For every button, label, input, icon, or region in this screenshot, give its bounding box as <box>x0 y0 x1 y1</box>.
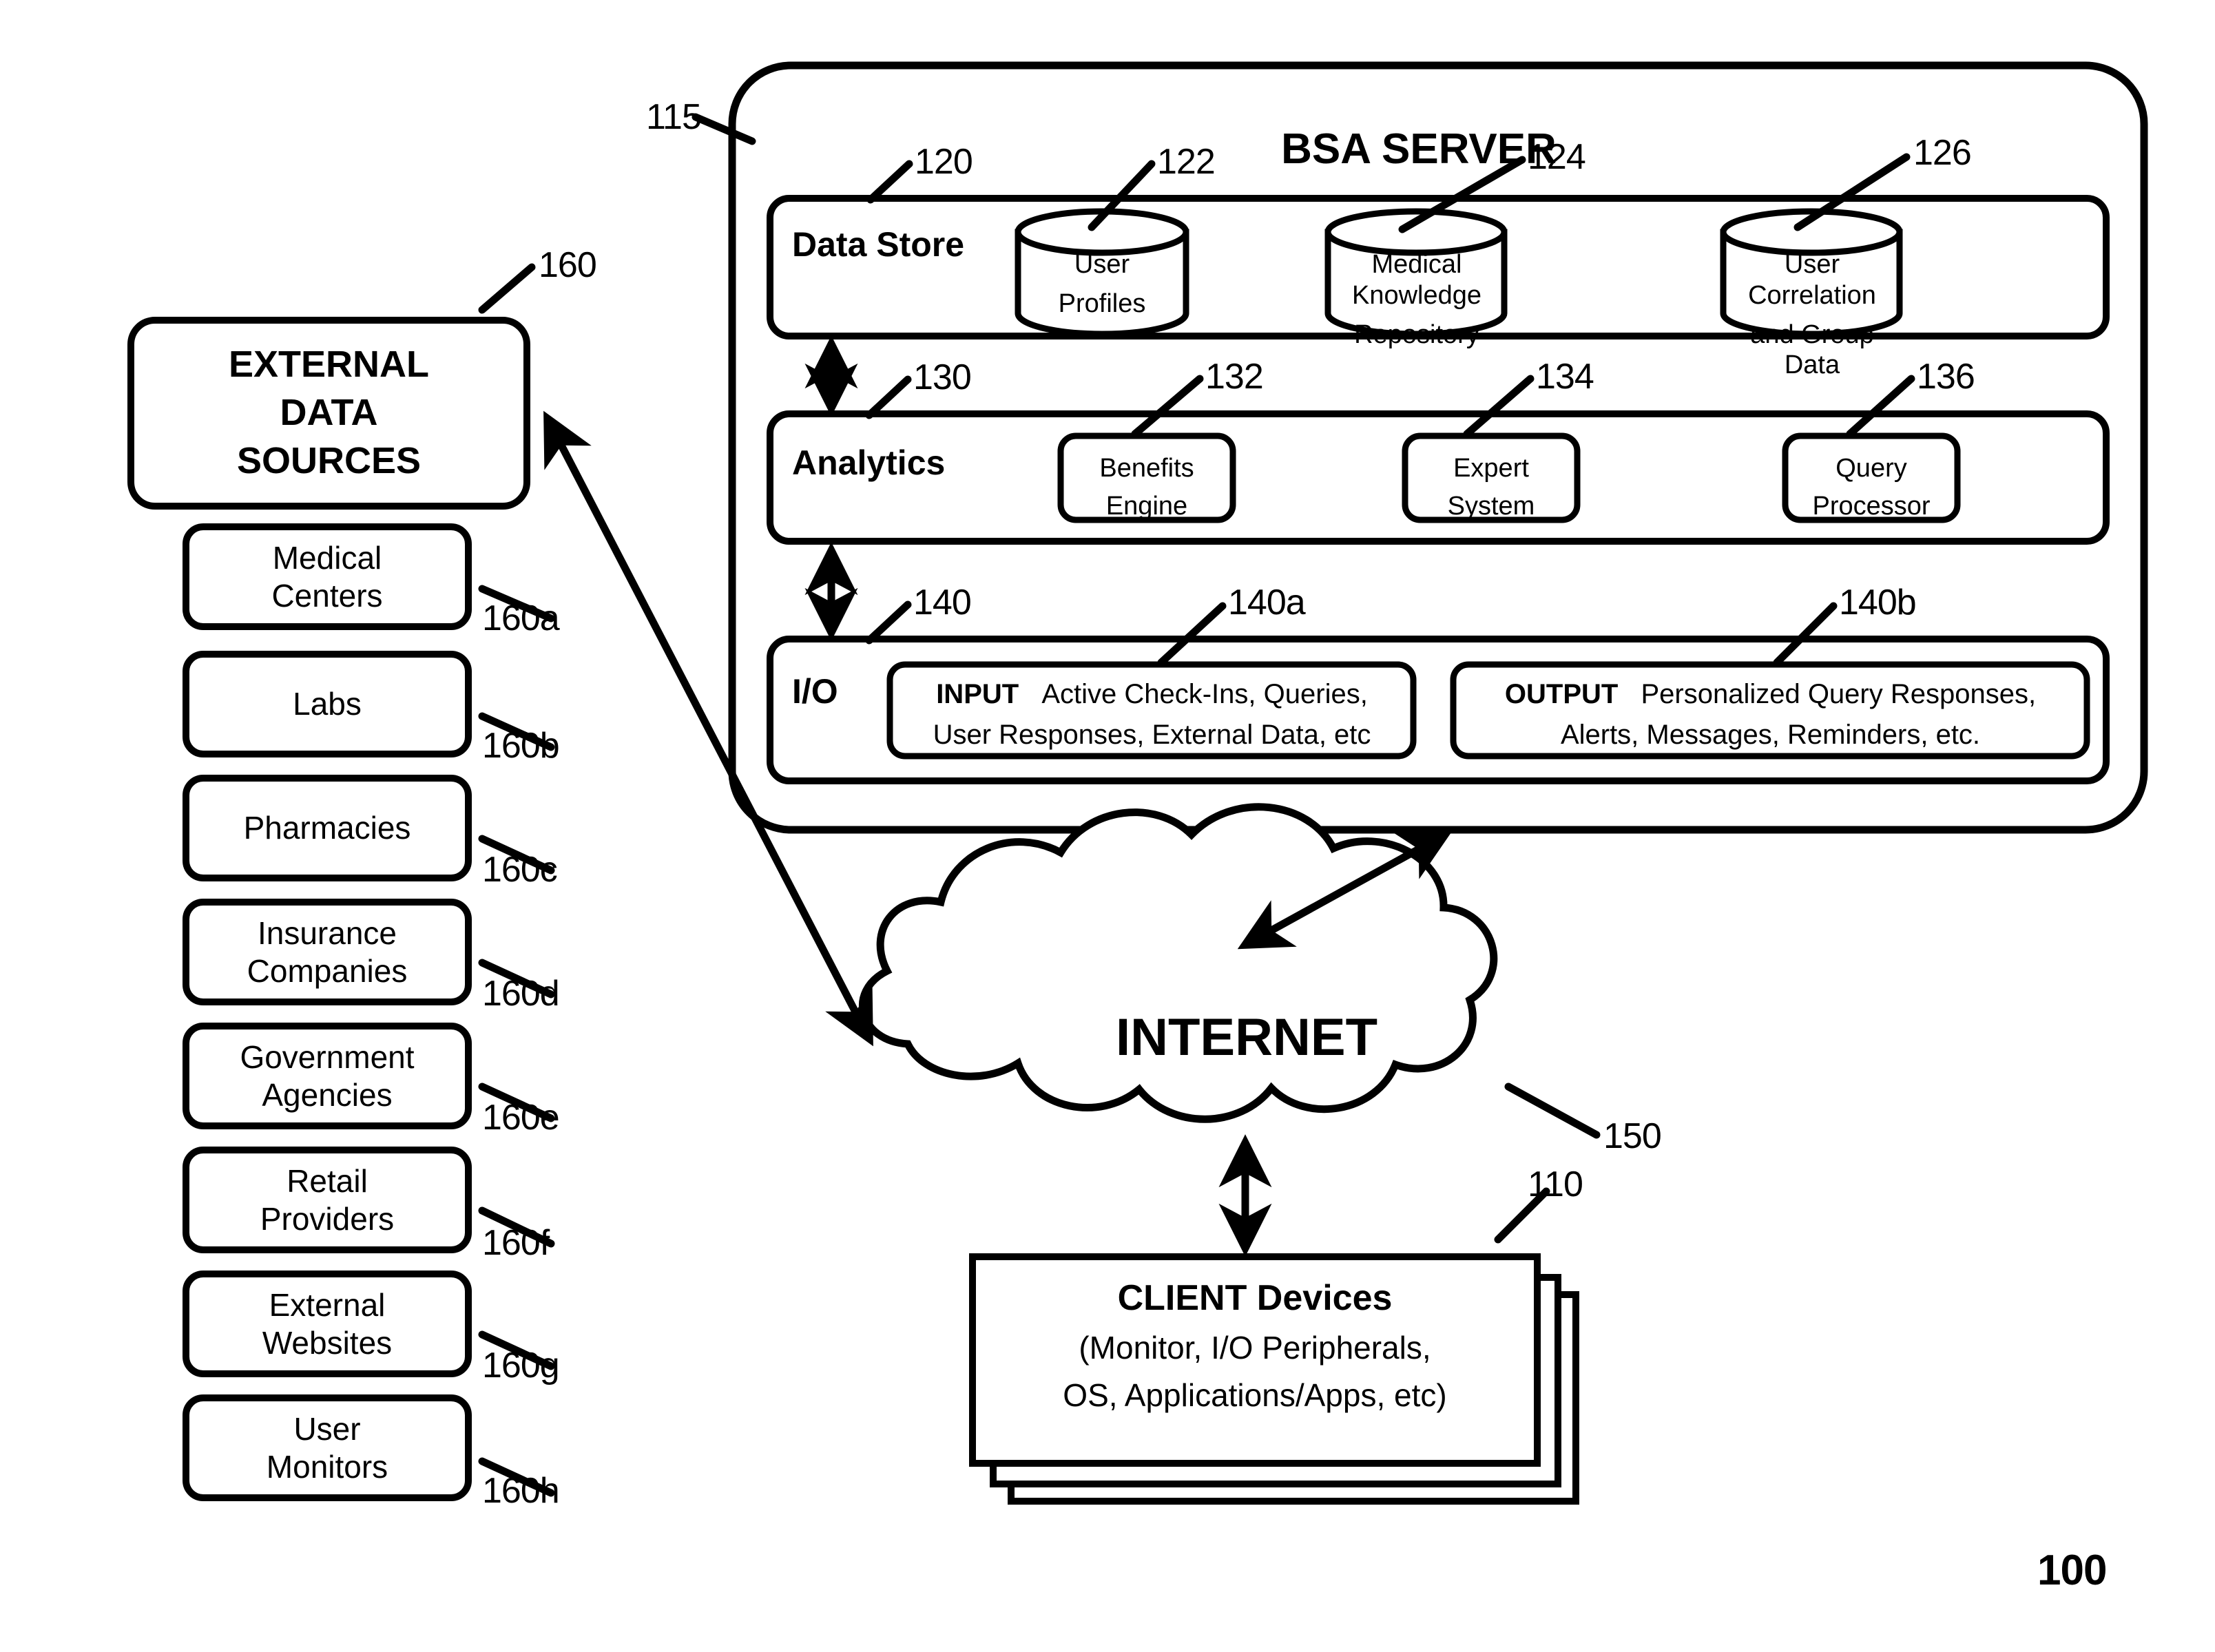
source-line: Labs <box>293 686 362 722</box>
client-devices-title: CLIENT Devices <box>1117 1278 1393 1318</box>
io-input-tag: INPUT <box>936 679 1019 709</box>
ref-140: 140 <box>913 583 972 623</box>
module-line: Engine <box>1105 491 1188 521</box>
client-devices-line2: (Monitor, I/O Peripherals, <box>1079 1330 1431 1366</box>
ref-150: 150 <box>1603 1116 1662 1156</box>
io-output-line2: Alerts, Messages, Reminders, etc. <box>1560 720 1981 751</box>
ref-122: 122 <box>1157 142 1216 182</box>
external-data-sources-header: EXTERNAL DATA SOURCES <box>127 317 530 510</box>
eds-title-line: EXTERNAL <box>228 344 429 386</box>
source-line: Insurance <box>257 915 397 952</box>
ref-126: 126 <box>1913 133 1972 173</box>
ref-110: 110 <box>1528 1164 1583 1204</box>
source-line: Pharmacies <box>243 810 411 846</box>
io-input-line1: Active Check-Ins, Queries, <box>1041 679 1368 709</box>
io-input-text: INPUT Active Check-Ins, Queries, User Re… <box>895 678 1408 751</box>
cylinder-line: and Group Data <box>1750 320 1874 380</box>
ref-160h: 160h <box>482 1471 560 1511</box>
source-line: Government <box>240 1039 415 1076</box>
query-processor-label: Query Processor <box>1785 453 1957 522</box>
external-source-government-agencies[interactable]: Government Agencies <box>183 1023 472 1129</box>
cylinder-label-medical-knowledge-repository: Medical Knowledge Repository <box>1325 249 1508 350</box>
external-source-pharmacies[interactable]: Pharmacies <box>183 775 472 881</box>
ref-160f: 160f <box>482 1223 550 1263</box>
source-line: Retail <box>287 1163 368 1200</box>
source-line: External <box>269 1287 386 1324</box>
cylinder-line: Repository <box>1354 320 1479 349</box>
io-output-tag: OUTPUT <box>1504 679 1619 709</box>
cylinder-line: Medical Knowledge <box>1351 250 1482 310</box>
external-source-labs[interactable]: Labs <box>183 651 472 757</box>
ref-160a: 160a <box>482 598 560 638</box>
module-line: Benefits <box>1099 454 1194 483</box>
module-line: System <box>1447 491 1535 521</box>
client-devices-line3: OS, Applications/Apps, etc) <box>1063 1377 1447 1413</box>
ref-120: 120 <box>915 142 973 182</box>
expert-system-label: Expert System <box>1405 453 1577 522</box>
cylinder-line: User Correlation <box>1748 250 1876 310</box>
io-input-line2: User Responses, External Data, etc <box>933 720 1371 751</box>
eds-title-line: DATA <box>280 392 378 434</box>
external-source-insurance-companies[interactable]: Insurance Companies <box>183 899 472 1005</box>
benefits-engine-label: Benefits Engine <box>1061 453 1233 522</box>
leader-150 <box>1504 1083 1601 1139</box>
external-source-external-websites[interactable]: External Websites <box>183 1271 472 1377</box>
source-line: Companies <box>247 952 408 989</box>
ref-160d: 160d <box>482 974 560 1014</box>
leader-160 <box>478 263 536 314</box>
io-output-text: OUTPUT Personalized Query Responses, Ale… <box>1459 678 2082 751</box>
ref-134: 134 <box>1536 357 1594 397</box>
eds-title-line: SOURCES <box>236 439 422 481</box>
io-output-line1: Personalized Query Responses, <box>1641 679 2037 709</box>
external-source-retail-providers[interactable]: Retail Providers <box>183 1147 472 1253</box>
external-source-user-monitors[interactable]: User Monitors <box>183 1394 472 1501</box>
ref-130: 130 <box>913 357 972 397</box>
ref-160g: 160g <box>482 1346 560 1386</box>
ref-160b: 160b <box>482 726 560 766</box>
ref-140b: 140b <box>1839 583 1917 623</box>
ref-132: 132 <box>1205 357 1264 397</box>
ref-136: 136 <box>1917 357 1975 397</box>
source-line: Agencies <box>262 1076 393 1113</box>
analytics-label: Analytics <box>792 443 946 482</box>
source-line: Providers <box>260 1200 395 1237</box>
source-line: Medical <box>272 540 382 576</box>
module-line: Processor <box>1812 491 1931 521</box>
source-line: Monitors <box>266 1448 388 1485</box>
cylinder-label-user-profiles: User Profiles <box>1018 249 1186 320</box>
cylinder-line: Profiles <box>1058 289 1146 318</box>
io-label: I/O <box>792 672 838 711</box>
module-line: Query <box>1836 454 1907 483</box>
source-line: User <box>293 1411 361 1447</box>
ref-160: 160 <box>539 245 597 285</box>
client-devices-text: CLIENT Devices (Monitor, I/O Peripherals… <box>973 1277 1537 1414</box>
source-line: Websites <box>262 1324 393 1361</box>
internet-cloud <box>858 803 1498 1123</box>
cylinder-label-user-correlation-group-data: User Correlation and Group Data <box>1720 249 1904 381</box>
internet-label: INTERNET <box>1116 1008 1377 1067</box>
ref-140a: 140a <box>1228 583 1306 623</box>
figure-number: 100 <box>2037 1547 2107 1594</box>
external-source-medical-centers[interactable]: Medical Centers <box>183 523 472 630</box>
figure-canvas: BSA SERVER Data Store User Profiles Medi… <box>0 0 2215 1652</box>
source-line: Centers <box>271 577 383 614</box>
module-line: Expert <box>1453 454 1529 483</box>
ref-160c: 160c <box>482 850 558 890</box>
ref-115: 115 <box>646 97 702 137</box>
ref-124: 124 <box>1528 137 1586 177</box>
ref-160e: 160e <box>482 1098 560 1138</box>
data-store-label: Data Store <box>792 225 965 264</box>
cylinder-line: User <box>1074 250 1130 279</box>
